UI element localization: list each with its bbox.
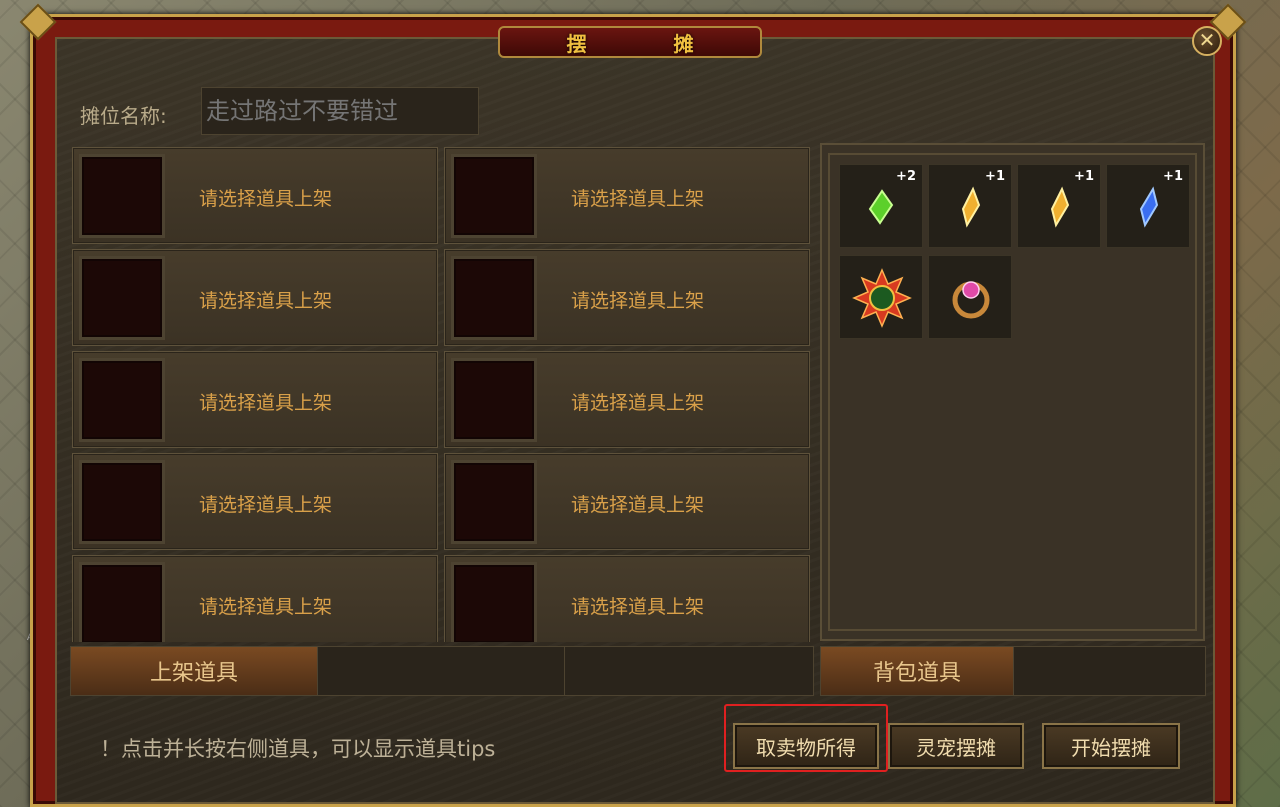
listing-slot[interactable]: 请选择道具上架 [444,147,810,244]
item-slot-box [451,154,537,238]
slot-placeholder-text: 请选择道具上架 [571,290,705,312]
bag-tab-bar: 背包道具 [820,646,1206,696]
tab-listed-items[interactable]: 上架道具 [71,647,318,695]
listing-grid: 请选择道具上架 请选择道具上架 请选择道具上架 请选择道具上架 请选择道具上架 … [70,147,812,642]
listing-slot[interactable]: 请选择道具上架 [72,147,438,244]
tab-label: 上架道具 [149,661,238,686]
slot-placeholder-text: 请选择道具上架 [571,596,705,618]
item-qty: +2 [896,169,916,184]
listing-tab-bar: 上架道具 [70,646,814,696]
bag-item[interactable]: +1 [928,164,1012,248]
listing-slot[interactable]: 请选择道具上架 [444,453,810,550]
slot-placeholder-text: 请选择道具上架 [199,290,333,312]
slot-placeholder-text: 请选择道具上架 [199,494,333,516]
listing-slot[interactable]: 请选择道具上架 [444,555,810,642]
item-slot-box [79,154,165,238]
red-medal-icon [852,268,912,328]
bag-item[interactable]: +2 [839,164,923,248]
item-slot-box [79,358,165,442]
listing-slot[interactable]: 请选择道具上架 [444,351,810,448]
tab-bag-items[interactable]: 背包道具 [821,647,1014,695]
tab-label: 背包道具 [872,661,961,686]
item-slot-box [451,256,537,340]
tab-empty [318,647,565,695]
close-button[interactable]: ✕ [1192,26,1222,56]
button-label: 灵宠摆摊 [916,735,996,760]
pet-stall-button[interactable]: 灵宠摆摊 [888,723,1024,769]
bag-item[interactable] [928,255,1012,339]
item-slot-box [79,562,165,642]
highlight-box [724,704,888,772]
listing-slot[interactable]: 请选择道具上架 [72,249,438,346]
item-slot-box [451,460,537,544]
stall-name-input[interactable] [201,87,479,135]
listing-slot[interactable]: 请选择道具上架 [72,555,438,642]
stall-name-label: 摊位名称: [80,104,167,128]
slot-placeholder-text: 请选择道具上架 [199,392,333,414]
slot-placeholder-text: 请选择道具上架 [571,494,705,516]
bag-item[interactable] [839,255,923,339]
item-qty: +1 [1074,169,1094,184]
start-stall-button[interactable]: 开始摆摊 [1042,723,1180,769]
slot-placeholder-text: 请选择道具上架 [571,188,705,210]
item-slot-box [451,562,537,642]
button-label: 开始摆摊 [1071,735,1151,760]
listing-slot[interactable]: 请选择道具上架 [72,453,438,550]
bag-item[interactable]: +1 [1106,164,1190,248]
listing-slot[interactable]: 请选择道具上架 [72,351,438,448]
item-qty: +1 [1163,169,1183,184]
bag-panel: +2 +1 +1 +1 [820,143,1205,641]
item-slot-box [79,256,165,340]
item-slot-box [451,358,537,442]
window-title-plate: 摆 摊 [498,26,762,58]
slot-placeholder-text: 请选择道具上架 [199,188,333,210]
close-icon: ✕ [1198,28,1216,52]
slot-placeholder-text: 请选择道具上架 [199,596,333,618]
window-title: 摆 摊 [566,31,734,56]
slot-placeholder-text: 请选择道具上架 [571,392,705,414]
help-tip: ！点击并长按右侧道具，可以显示道具tips [100,737,496,761]
item-slot-box [79,460,165,544]
listing-slot[interactable]: 请选择道具上架 [444,249,810,346]
bag-item[interactable]: +1 [1017,164,1101,248]
item-qty: +1 [985,169,1005,184]
pink-ring-icon [952,281,990,319]
